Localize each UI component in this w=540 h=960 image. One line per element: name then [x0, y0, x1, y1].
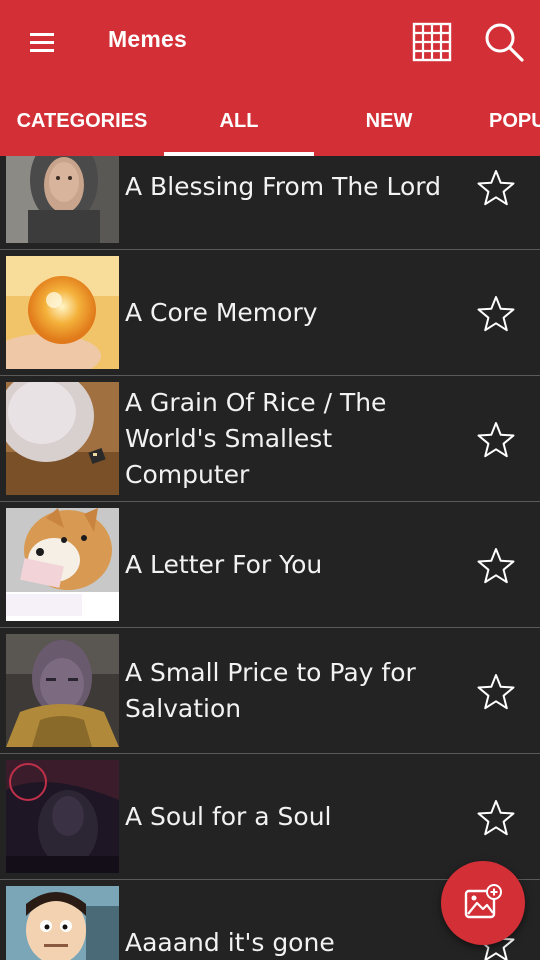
list-item[interactable]: A Soul for a Soul	[0, 754, 540, 880]
meme-title: A Blessing From The Lord	[125, 172, 442, 201]
search-icon	[485, 23, 524, 62]
app-bar: Memes CATEGORIES ALL NEW POPU	[0, 0, 540, 156]
meme-title: A Soul for a Soul	[125, 802, 332, 831]
tab-new[interactable]: NEW	[314, 86, 464, 156]
toolbar: Memes	[0, 0, 540, 86]
meme-title: Aaaand it's gone	[125, 928, 335, 957]
star-outline-icon	[477, 170, 515, 206]
star-outline-icon	[477, 548, 515, 584]
hamburger-menu-icon	[30, 33, 54, 36]
meme-thumbnail	[6, 886, 119, 960]
grid-view-button[interactable]	[412, 22, 452, 62]
grid-view-icon	[412, 22, 452, 62]
meme-thumbnail	[6, 156, 119, 243]
tab-all[interactable]: ALL	[164, 86, 314, 156]
list-item[interactable]: A Core Memory	[0, 250, 540, 376]
tab-categories[interactable]: CATEGORIES	[0, 86, 164, 156]
search-button[interactable]	[484, 22, 524, 62]
star-outline-icon	[477, 674, 515, 710]
list-item[interactable]: A Letter For You	[0, 502, 540, 628]
list-item[interactable]: A Small Price to Pay for Salvation	[0, 628, 540, 754]
meme-thumbnail	[6, 508, 119, 621]
favorite-button[interactable]	[476, 798, 516, 838]
meme-list[interactable]: A Blessing From The Lord A Core Memory A…	[0, 156, 540, 960]
meme-thumbnail	[6, 382, 119, 495]
tab-bar: CATEGORIES ALL NEW POPU	[0, 86, 540, 156]
meme-title: A Core Memory	[125, 298, 318, 327]
star-outline-icon	[477, 296, 515, 332]
app-title: Memes	[108, 26, 187, 52]
favorite-button[interactable]	[476, 420, 516, 460]
add-image-icon	[464, 884, 502, 919]
favorite-button[interactable]	[476, 294, 516, 334]
favorite-button[interactable]	[476, 546, 516, 586]
hamburger-line	[30, 49, 54, 52]
meme-thumbnail	[6, 256, 119, 369]
hamburger-line	[30, 41, 54, 44]
list-item[interactable]: A Blessing From The Lord	[0, 156, 540, 250]
meme-title: A Letter For You	[125, 550, 323, 579]
menu-button[interactable]	[20, 26, 64, 60]
favorite-button[interactable]	[476, 672, 516, 712]
favorite-button[interactable]	[476, 168, 516, 208]
meme-thumbnail	[6, 760, 119, 873]
meme-title: A Small Price to Pay for Salvation	[125, 658, 416, 723]
star-outline-icon	[477, 800, 515, 836]
meme-thumbnail	[6, 634, 119, 747]
list-item[interactable]: A Grain Of Rice / The World's Smallest C…	[0, 376, 540, 502]
star-outline-icon	[477, 422, 515, 458]
meme-title: A Grain Of Rice / The World's Smallest C…	[125, 388, 387, 489]
tab-popular[interactable]: POPU	[489, 86, 540, 156]
add-meme-button[interactable]	[441, 861, 525, 945]
